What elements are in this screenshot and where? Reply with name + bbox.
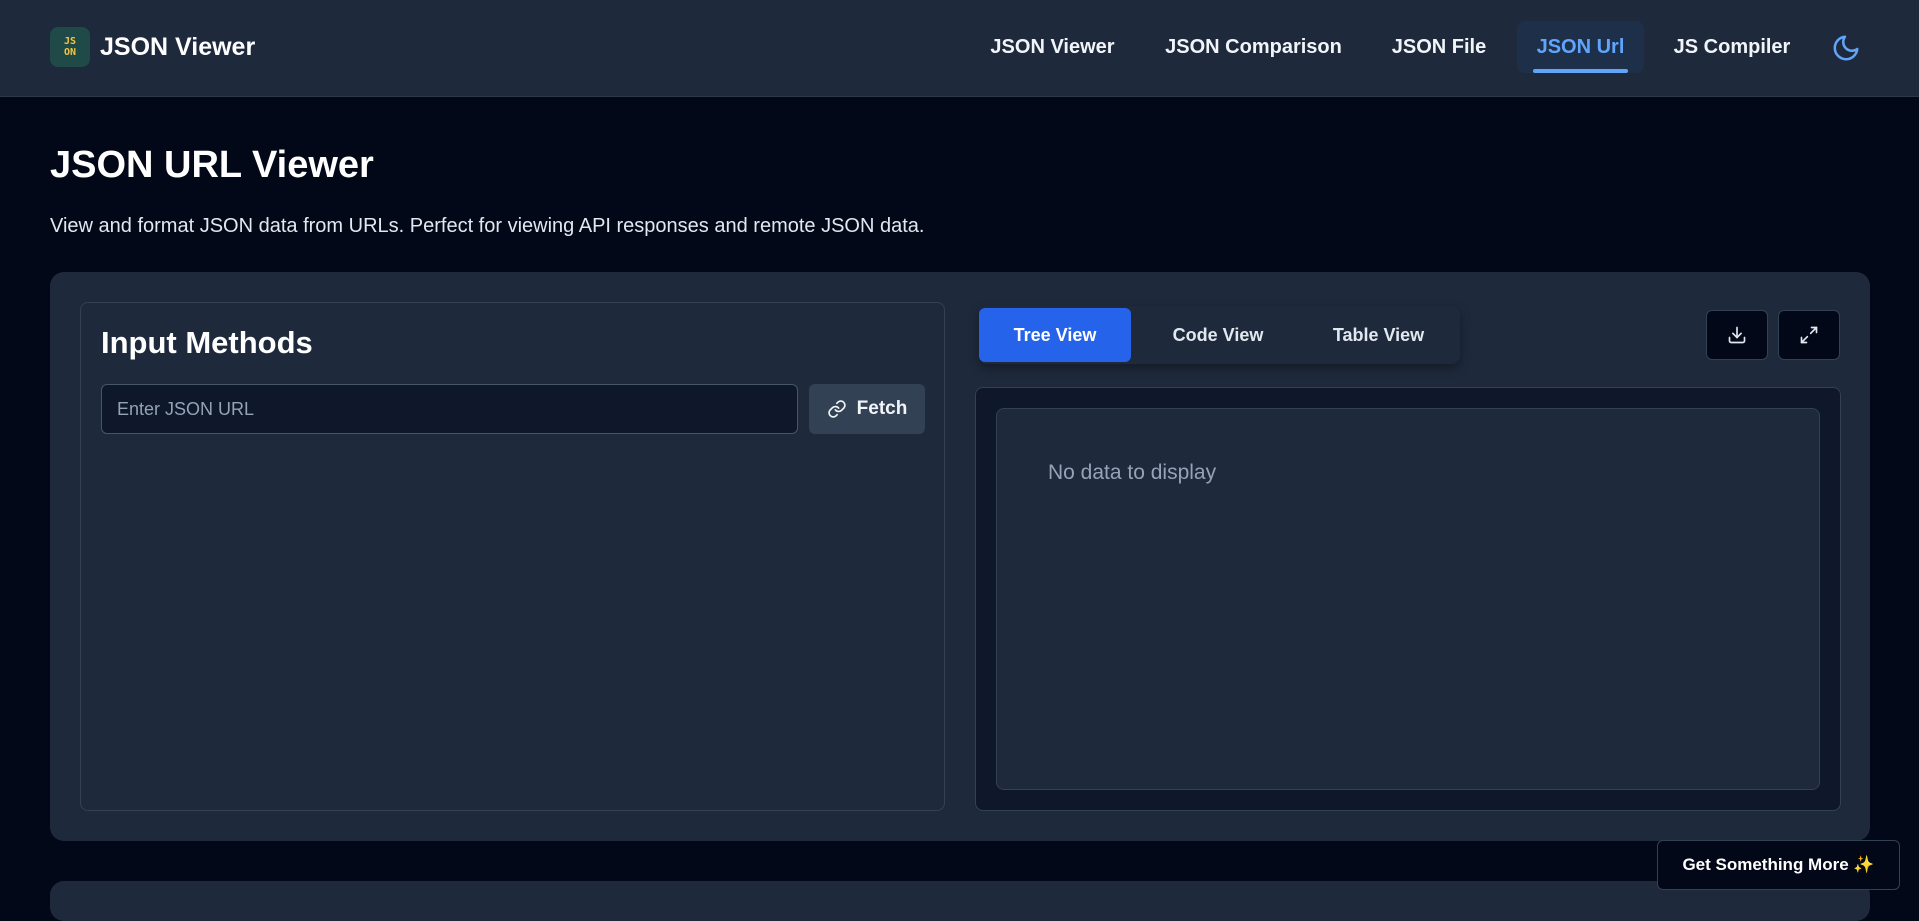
input-methods-title: Input Methods — [101, 325, 313, 360]
input-methods-panel: Input Methods Fetch — [80, 302, 945, 811]
tab-tree-view[interactable]: Tree View — [979, 308, 1131, 362]
brand[interactable]: JS ON JSON Viewer — [50, 27, 255, 67]
active-nav-indicator — [1533, 69, 1628, 73]
empty-state-message: No data to display — [1048, 461, 1217, 484]
brand-logo-top: JS — [63, 36, 77, 47]
get-something-more-button[interactable]: Get Something More ✨ — [1657, 840, 1900, 890]
brand-logo: JS ON — [50, 27, 90, 67]
page-description: View and format JSON data from URLs. Per… — [50, 215, 925, 237]
top-navbar: JS ON JSON Viewer JSON Viewer JSON Compa… — [0, 0, 1919, 97]
view-tabs: Tree View Code View Table View — [979, 306, 1460, 364]
expand-button[interactable] — [1778, 310, 1840, 360]
nav-json-viewer[interactable]: JSON Viewer — [976, 21, 1129, 73]
fetch-button-label: Fetch — [856, 398, 908, 419]
fetch-button[interactable]: Fetch — [809, 384, 925, 434]
json-output-panel: No data to display — [975, 387, 1841, 811]
moon-icon — [1833, 35, 1859, 61]
tab-table-view[interactable]: Table View — [1297, 308, 1460, 362]
theme-toggle-button[interactable] — [1831, 33, 1861, 63]
brand-logo-bottom: ON — [63, 47, 77, 58]
json-tree-container: No data to display — [996, 408, 1820, 790]
page-title: JSON URL Viewer — [50, 144, 374, 186]
expand-icon — [1800, 326, 1818, 344]
link-icon — [827, 400, 846, 418]
download-button[interactable] — [1706, 310, 1768, 360]
json-url-input[interactable] — [101, 384, 798, 434]
secondary-card — [50, 881, 1870, 921]
nav-json-file[interactable]: JSON File — [1381, 21, 1497, 73]
nav-js-compiler[interactable]: JS Compiler — [1665, 21, 1799, 73]
tab-code-view[interactable]: Code View — [1137, 308, 1299, 362]
nav-json-comparison[interactable]: JSON Comparison — [1159, 21, 1348, 73]
nav-json-url[interactable]: JSON Url — [1517, 21, 1644, 73]
download-icon — [1728, 326, 1746, 344]
brand-title: JSON Viewer — [100, 32, 256, 61]
nav-json-url-label: JSON Url — [1536, 36, 1625, 58]
